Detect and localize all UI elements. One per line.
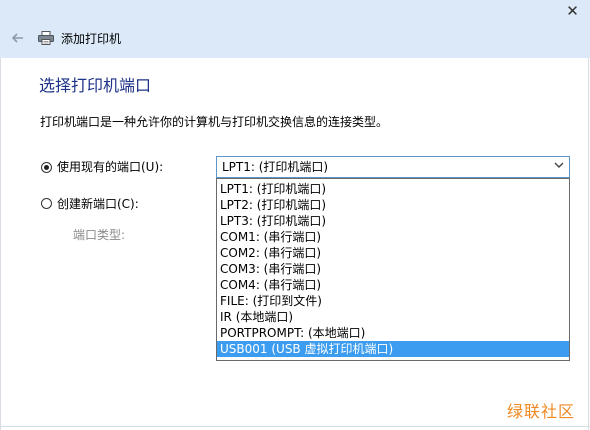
close-icon: ✕ (566, 1, 579, 20)
printer-icon (38, 31, 54, 45)
dropdown-option-usb001[interactable]: USB001 (USB 虚拟打印机端口) (217, 341, 569, 357)
back-button[interactable] (10, 30, 26, 46)
dropdown-option-lpt2[interactable]: LPT2: (打印机端口) (217, 197, 569, 213)
dropdown-option-ir[interactable]: IR (本地端口) (217, 309, 569, 325)
dropdown-option-com1[interactable]: COM1: (串行端口) (217, 229, 569, 245)
create-new-port-label[interactable]: 创建新端口(C): (57, 196, 139, 212)
dropdown-option-com4[interactable]: COM4: (串行端口) (217, 277, 569, 293)
add-printer-window: ✕ 添加打印机 选择打印机端口 打印机端口是一种允许你的计算机与打印机交换信息的… (0, 0, 590, 430)
close-button[interactable]: ✕ (555, 0, 590, 22)
chevron-down-icon (554, 160, 564, 174)
content-border-right (588, 58, 589, 430)
watermark-text: 绿联社区 (507, 402, 576, 421)
page-description: 打印机端口是一种允许你的计算机与打印机交换信息的连接类型。 (40, 115, 389, 129)
use-existing-port-radio[interactable] (41, 162, 52, 173)
window-title: 添加打印机 (61, 32, 122, 46)
page-heading: 选择打印机端口 (39, 76, 152, 95)
bottom-divider (0, 426, 590, 427)
arrow-left-icon (11, 33, 23, 43)
port-dropdown-list: LPT1: (打印机端口) LPT2: (打印机端口) LPT3: (打印机端口… (216, 178, 570, 361)
dropdown-option-lpt3[interactable]: LPT3: (打印机端口) (217, 213, 569, 229)
create-new-port-radio[interactable] (41, 198, 52, 209)
use-existing-port-label[interactable]: 使用现有的端口(U): (57, 159, 163, 175)
radio-selected-dot (44, 165, 49, 170)
existing-port-select-value: LPT1: (打印机端口) (222, 160, 329, 174)
title-bar: ✕ 添加打印机 (0, 0, 590, 58)
dropdown-option-portprompt[interactable]: PORTPROMPT: (本地端口) (217, 325, 569, 341)
port-type-label: 端口类型: (73, 228, 126, 242)
dropdown-option-file[interactable]: FILE: (打印到文件) (217, 293, 569, 309)
dropdown-option-com2[interactable]: COM2: (串行端口) (217, 245, 569, 261)
dropdown-option-lpt1[interactable]: LPT1: (打印机端口) (217, 181, 569, 197)
existing-port-select[interactable]: LPT1: (打印机端口) (216, 156, 570, 178)
content-border-left (0, 58, 1, 430)
dropdown-option-com3[interactable]: COM3: (串行端口) (217, 261, 569, 277)
